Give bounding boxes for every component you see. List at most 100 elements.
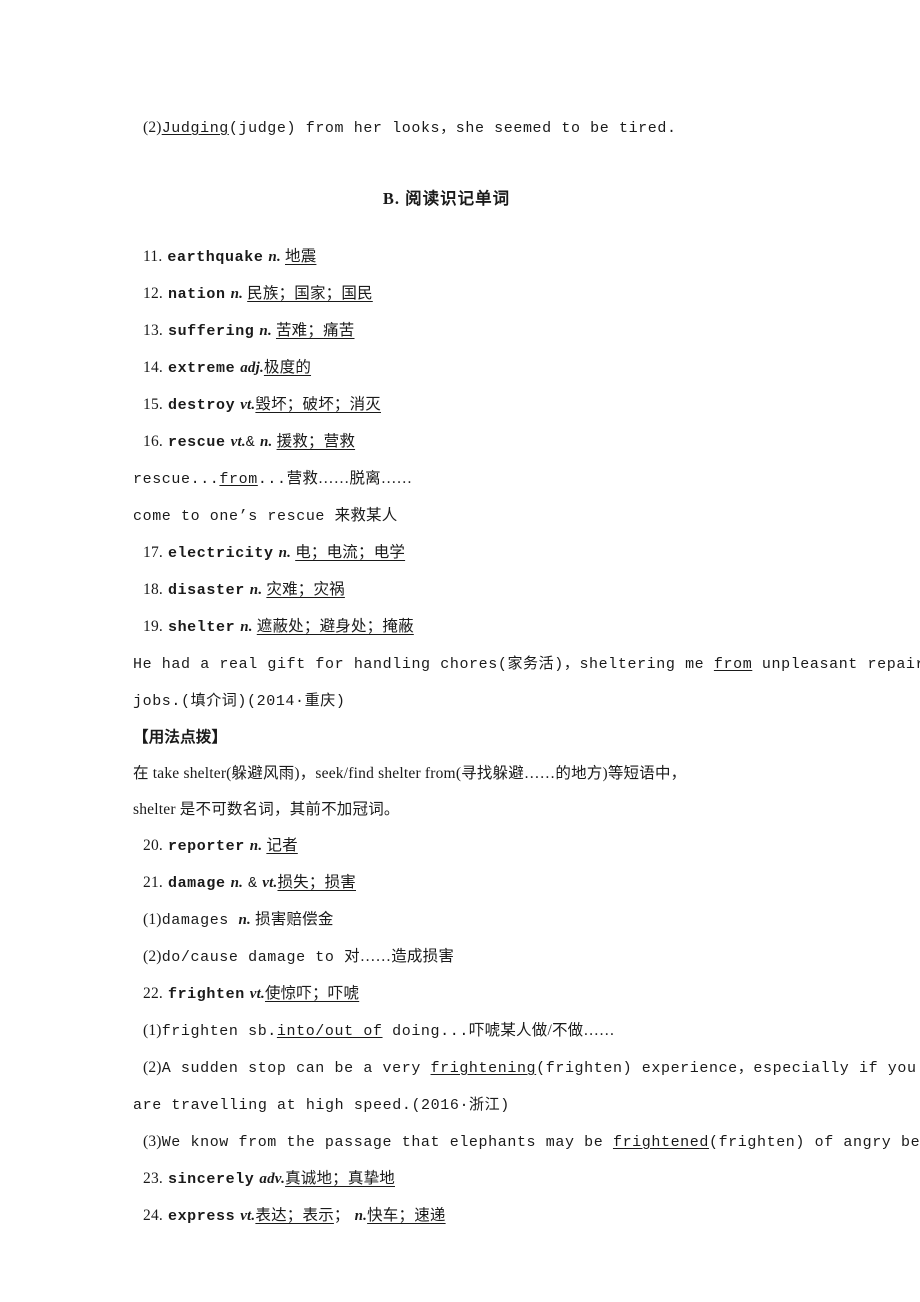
entry-number: 14. <box>143 359 163 376</box>
frighten-subitem-1: (1)frighten sb.into/out of doing...吓唬某人做… <box>133 1013 820 1050</box>
subitem-blank: frightening <box>430 1060 537 1077</box>
entry-meaning: 援救；营救 <box>276 433 356 450</box>
rescue-phrase-2: come to one’s rescue 来救某人 <box>133 498 820 535</box>
entry-pos: n. <box>249 582 263 598</box>
entry-number: 16. <box>143 433 163 450</box>
entry-meaning: 记者 <box>266 837 298 854</box>
phrase-before: rescue... <box>133 471 220 488</box>
frighten-subitem-2-continuation: are travelling at high speed.(2016·浙江) <box>133 1087 820 1124</box>
entry-headword: disaster <box>167 582 245 599</box>
vocab-entry-17: 17. electricity n. 电；电流；电学 <box>133 535 820 572</box>
entry-pos: vt. <box>230 434 246 450</box>
vocab-entry-23: 23. sincerely adv.真诚地；真挚地 <box>133 1161 820 1198</box>
subitem-marker: (1) <box>143 911 162 928</box>
exercise-cue: (judge) <box>228 120 297 137</box>
entry-number: 20. <box>143 837 163 854</box>
entry-number: 13. <box>143 322 163 339</box>
phrase-after-en: ... <box>257 471 287 488</box>
entry-pos-conjunction: & <box>245 434 255 451</box>
entry-pos: n. <box>278 545 292 561</box>
entry-headword: suffering <box>167 323 255 340</box>
subitem-blank: frightened <box>612 1134 709 1151</box>
entry-number: 17. <box>143 544 163 561</box>
subitem-after-en: of angry bees. <box>814 1134 920 1151</box>
entry-headword: sincerely <box>167 1171 255 1188</box>
example-text-continuation: jobs.(填介词)(2014·重庆) <box>133 693 346 710</box>
usage-tip-line-1: 在 take shelter(躲避风雨)，seek/find shelter f… <box>133 756 820 792</box>
example-text-after: unpleasant repair <box>752 656 920 673</box>
entry-meaning: 毁坏；破坏；消灭 <box>255 396 381 413</box>
usage-tip-label: 【用法点拨】 <box>133 720 820 756</box>
entry-meaning: 灾难；灾祸 <box>266 581 345 598</box>
entry-headword: rescue <box>167 434 226 451</box>
entry-pos: n. <box>249 838 263 854</box>
shelter-example-line-1: He had a real gift for handling chores(家… <box>133 646 920 683</box>
entry-pos: adv. <box>259 1171 286 1187</box>
entry-number: 15. <box>143 396 163 413</box>
entry-meaning: 电；电流；电学 <box>295 544 406 561</box>
entry-pos: vt. <box>249 986 265 1002</box>
entry-pos-secondary: vt. <box>262 875 278 891</box>
vocab-entry-21: 21. damage n. & vt.损失；损害 <box>133 865 820 902</box>
subitem-marker: (1) <box>143 1022 162 1039</box>
phrase-blank: from <box>219 471 258 488</box>
worksheet-page: (2)Judging(judge) from her looks，she see… <box>0 0 920 1302</box>
entry-headword: express <box>167 1208 236 1225</box>
rescue-phrase-1: rescue...from...营救……脱离…… <box>133 461 820 498</box>
vocab-entry-13: 13. suffering n. 苦难；痛苦 <box>133 313 820 350</box>
entry-pos: vt. <box>240 1208 256 1224</box>
vocab-entry-16: 16. rescue vt.& n. 援救；营救 <box>133 424 820 461</box>
subitem-wrap-text: are travelling at high speed.(2016·浙江) <box>133 1097 510 1114</box>
subitem-en: do/cause damage to <box>161 949 345 966</box>
entry-meaning: 苦难；痛苦 <box>275 322 355 339</box>
phrase-cn: 来救某人 <box>334 507 398 524</box>
subitem-pos: n. <box>238 912 251 928</box>
frighten-subitem-2: (2)A sudden stop can be a very frighteni… <box>133 1050 916 1087</box>
entry-separator: ； <box>333 1207 350 1224</box>
phrase-after-cn: 营救……脱离…… <box>286 470 413 487</box>
entry-headword: destroy <box>167 397 236 414</box>
example-text-before: He had a real gift for handling chores(家… <box>133 656 714 673</box>
vocab-entry-11: 11. earthquake n. 地震 <box>133 239 820 276</box>
subitem-cn: 损害赔偿金 <box>251 911 334 928</box>
subitem-cn: 对……造成损害 <box>344 948 455 965</box>
exercise-number: (2) <box>143 119 162 136</box>
entry-pos: n. <box>230 875 244 891</box>
entry-headword: nation <box>167 286 226 303</box>
vocab-entry-22: 22. frighten vt.使惊吓；吓唬 <box>133 976 820 1013</box>
usage-tip-line-2: shelter 是不可数名词，其前不加冠词。 <box>133 792 820 828</box>
entry-meaning: 极度的 <box>263 359 312 376</box>
vocab-entry-20: 20. reporter n. 记者 <box>133 828 820 865</box>
damage-subitem-1: (1)damages n. 损害赔偿金 <box>133 902 820 939</box>
subitem-marker: (3) <box>143 1133 162 1150</box>
tip-label-text: 【用法点拨】 <box>133 729 228 746</box>
entry-meaning: 损失；损害 <box>277 874 356 891</box>
entry-pos: n. <box>259 323 272 339</box>
entry-number: 18. <box>143 581 163 598</box>
entry-pos-secondary: n. <box>354 1208 368 1224</box>
entry-number: 23. <box>143 1170 163 1187</box>
entry-headword: earthquake <box>167 249 264 266</box>
vocab-entry-24: 24. express vt.表达；表示； n.快车；速递 <box>133 1198 820 1235</box>
entry-headword: damage <box>167 875 226 892</box>
section-heading: B. 阅读识记单词 <box>382 189 511 208</box>
entry-pos: n. <box>230 286 244 302</box>
vocab-entry-14: 14. extreme adj.极度的 <box>133 350 820 387</box>
entry-meaning: 真诚地；真挚地 <box>285 1170 395 1187</box>
subitem-before: frighten sb. <box>161 1023 277 1040</box>
entry-headword: electricity <box>167 545 274 562</box>
entry-headword: shelter <box>167 619 236 636</box>
entry-number: 11. <box>143 248 163 265</box>
entry-pos-conjunction: & <box>248 875 258 892</box>
entry-headword: frighten <box>167 986 245 1003</box>
entry-number: 19. <box>143 618 163 635</box>
exercise-item-2: (2)Judging(judge) from her looks，she see… <box>133 110 820 147</box>
entry-meaning-secondary: 快车；速递 <box>367 1207 446 1224</box>
damage-subitem-2: (2)do/cause damage to 对……造成损害 <box>133 939 820 976</box>
entry-headword: reporter <box>167 838 245 855</box>
subitem-cue: (frighten) <box>708 1134 805 1151</box>
entry-meaning: 使惊吓；吓唬 <box>264 985 360 1002</box>
subitem-after-en: doing... <box>382 1023 469 1040</box>
phrase-en: come to one’s rescue <box>133 508 335 525</box>
entry-number: 12. <box>143 285 163 302</box>
